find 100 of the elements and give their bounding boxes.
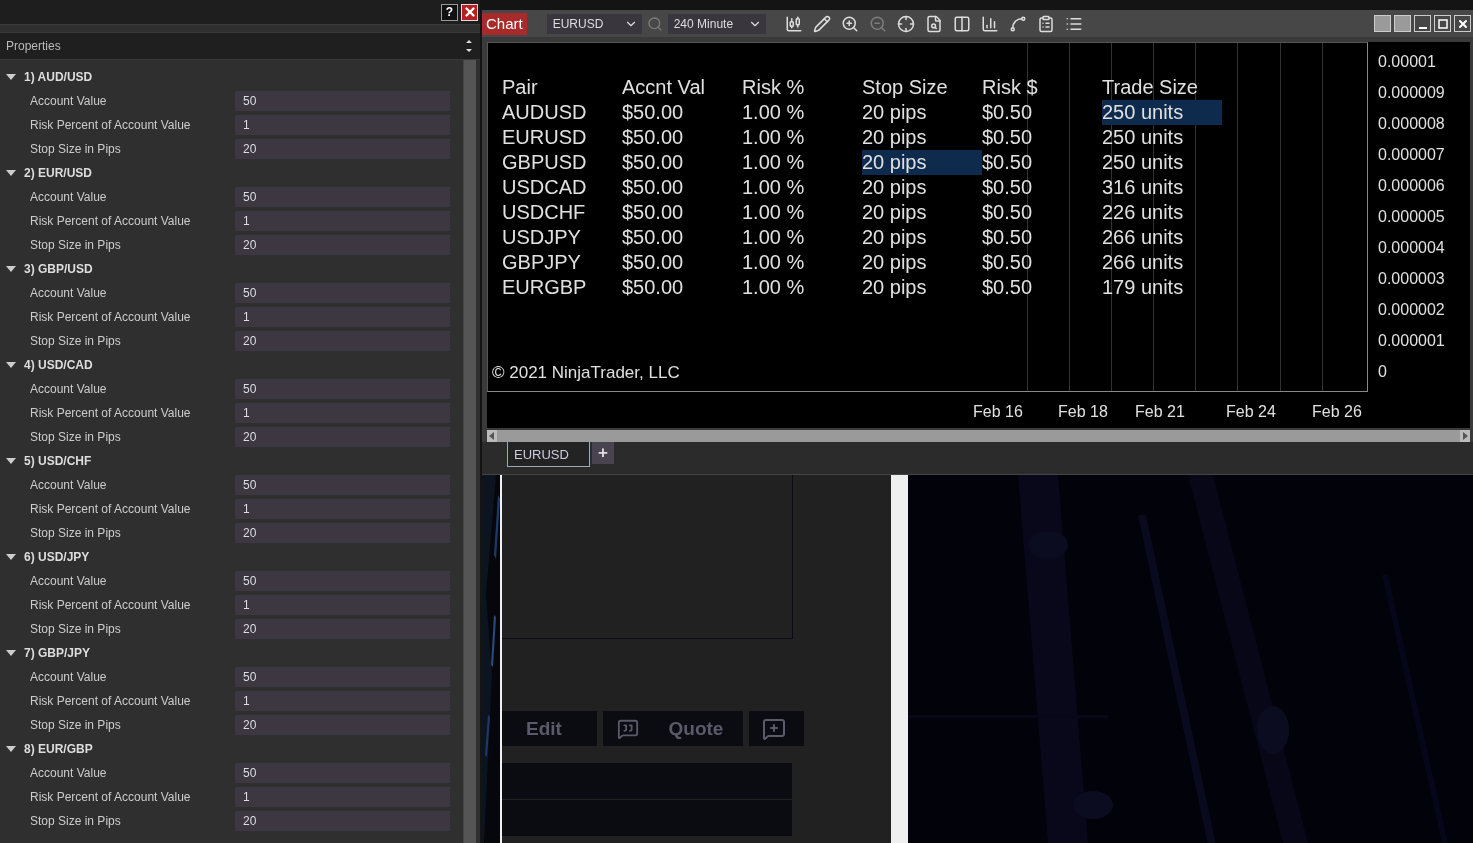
x-axis-label: Feb 16 [973,403,1023,421]
y-axis-label: 0.00001 [1377,52,1437,72]
table-cell-text: 266 units [1102,250,1185,275]
expand-triangle-icon[interactable] [6,361,16,369]
table-cell-text: 1.00 % [742,100,806,125]
table-cell-text: 20 pips [862,100,928,125]
table-cell-text: GBPUSD [502,150,588,175]
property-field[interactable]: 1 [235,787,450,807]
help-button[interactable]: ? [441,3,458,21]
property-label: Risk Percent of Account Value [29,598,192,612]
bar-chart-icon[interactable] [980,14,999,33]
add-comment-button[interactable] [749,711,804,746]
property-field[interactable]: 1 [235,499,450,519]
property-field[interactable]: 1 [235,595,450,615]
table-cell-text: $0.50 [982,125,1034,150]
property-field[interactable]: 50 [235,571,450,591]
table-cell-text: 20 pips [862,225,928,250]
property-field[interactable]: 50 [235,379,450,399]
column-header: Risk $ [982,75,1039,100]
property-label: Stop Size in Pips [29,526,122,540]
document-search-icon[interactable] [924,14,943,33]
scroll-left-button[interactable] [487,430,497,442]
expand-triangle-icon[interactable] [6,649,16,657]
table-cell-text: 20 pips [862,275,928,300]
table-cell-text: 179 units [1102,275,1185,300]
y-axis-label: 0.000002 [1377,300,1446,320]
panels-icon[interactable] [952,14,971,33]
table-cell-text: $0.50 [982,225,1034,250]
expand-triangle-icon[interactable] [6,265,16,273]
property-field[interactable]: 20 [235,235,450,255]
property-field[interactable]: 1 [235,307,450,327]
interval-dropdown[interactable]: 240 Minute [667,13,766,34]
group-title: 8) EUR/GBP [24,742,93,756]
expand-triangle-icon[interactable] [6,553,16,561]
property-field[interactable]: 1 [235,691,450,711]
instrument-dropdown[interactable]: EURUSD [546,13,642,34]
property-field[interactable]: 20 [235,427,450,447]
property-field[interactable]: 50 [235,763,450,783]
property-label: Account Value [29,670,108,684]
table-cell-text: $50.00 [622,150,685,175]
y-axis-label: 0.000009 [1377,83,1446,103]
table-cell-text: 1.00 % [742,225,806,250]
table-cell-text: 1.00 % [742,125,806,150]
table-cell-text: $0.50 [982,100,1034,125]
table-cell-text: USDCAD [502,175,588,200]
scrollbar[interactable] [462,60,476,843]
candlestick-icon[interactable] [784,14,803,33]
property-field[interactable]: 50 [235,475,450,495]
zoom-in-icon[interactable] [840,14,859,33]
y-axis-label: 0 [1377,362,1388,382]
chart-tab[interactable]: EURUSD [507,442,590,467]
minimize-button[interactable] [1414,15,1431,32]
clipboard-icon[interactable] [1036,14,1055,33]
crosshair-icon[interactable] [896,14,915,33]
property-field[interactable]: 20 [235,619,450,639]
table-cell-text: 226 units [1102,200,1185,225]
y-axis-label: 0.000003 [1377,269,1446,289]
property-label: Account Value [29,286,108,300]
table-cell-text: $0.50 [982,175,1034,200]
table-cell-text: $0.50 [982,200,1034,225]
property-field[interactable]: 50 [235,667,450,687]
property-field[interactable]: 1 [235,211,450,231]
group-title: 7) GBP/JPY [24,646,91,660]
property-field[interactable]: 20 [235,139,450,159]
table-cell-text: USDJPY [502,225,582,250]
table-cell-text: AUDUSD [502,100,588,125]
column-header: Pair [502,75,539,100]
minimize-icon [1418,26,1427,29]
close-icon [1456,17,1469,30]
window-tile-icon[interactable] [1374,15,1391,32]
y-axis-label: 0.000008 [1377,114,1446,134]
property-field[interactable]: 1 [235,403,450,423]
property-field[interactable]: 50 [235,91,450,111]
expand-triangle-icon[interactable] [6,457,16,465]
property-field[interactable]: 50 [235,283,450,303]
table-cell-text: 250 units [1102,150,1185,175]
maximize-button[interactable] [1434,15,1451,32]
x-axis-label: Feb 26 [1312,403,1362,421]
property-field[interactable]: 1 [235,115,450,135]
window-tile-icon[interactable] [1394,15,1411,32]
horizontal-scrollbar[interactable] [487,430,1470,442]
scroll-right-button[interactable] [1460,430,1470,442]
window-title: Chart [482,12,527,35]
table-cell-text: 20 pips [862,175,928,200]
property-field[interactable]: 20 [235,715,450,735]
pencil-icon[interactable] [812,14,831,33]
expand-triangle-icon[interactable] [6,745,16,753]
expand-triangle-icon[interactable] [6,73,16,81]
column-header: Stop Size [862,75,949,100]
property-label: Stop Size in Pips [29,334,122,348]
property-field[interactable]: 20 [235,331,450,351]
property-field[interactable]: 20 [235,811,450,831]
expand-triangle-icon[interactable] [6,169,16,177]
line-chart-icon[interactable] [1008,14,1027,33]
y-axis-label: 0.000007 [1377,145,1446,165]
add-tab-button[interactable]: + [591,442,614,464]
close-button[interactable] [1454,15,1471,32]
close-button[interactable] [461,3,478,21]
property-field[interactable]: 50 [235,187,450,207]
property-field[interactable]: 20 [235,523,450,543]
